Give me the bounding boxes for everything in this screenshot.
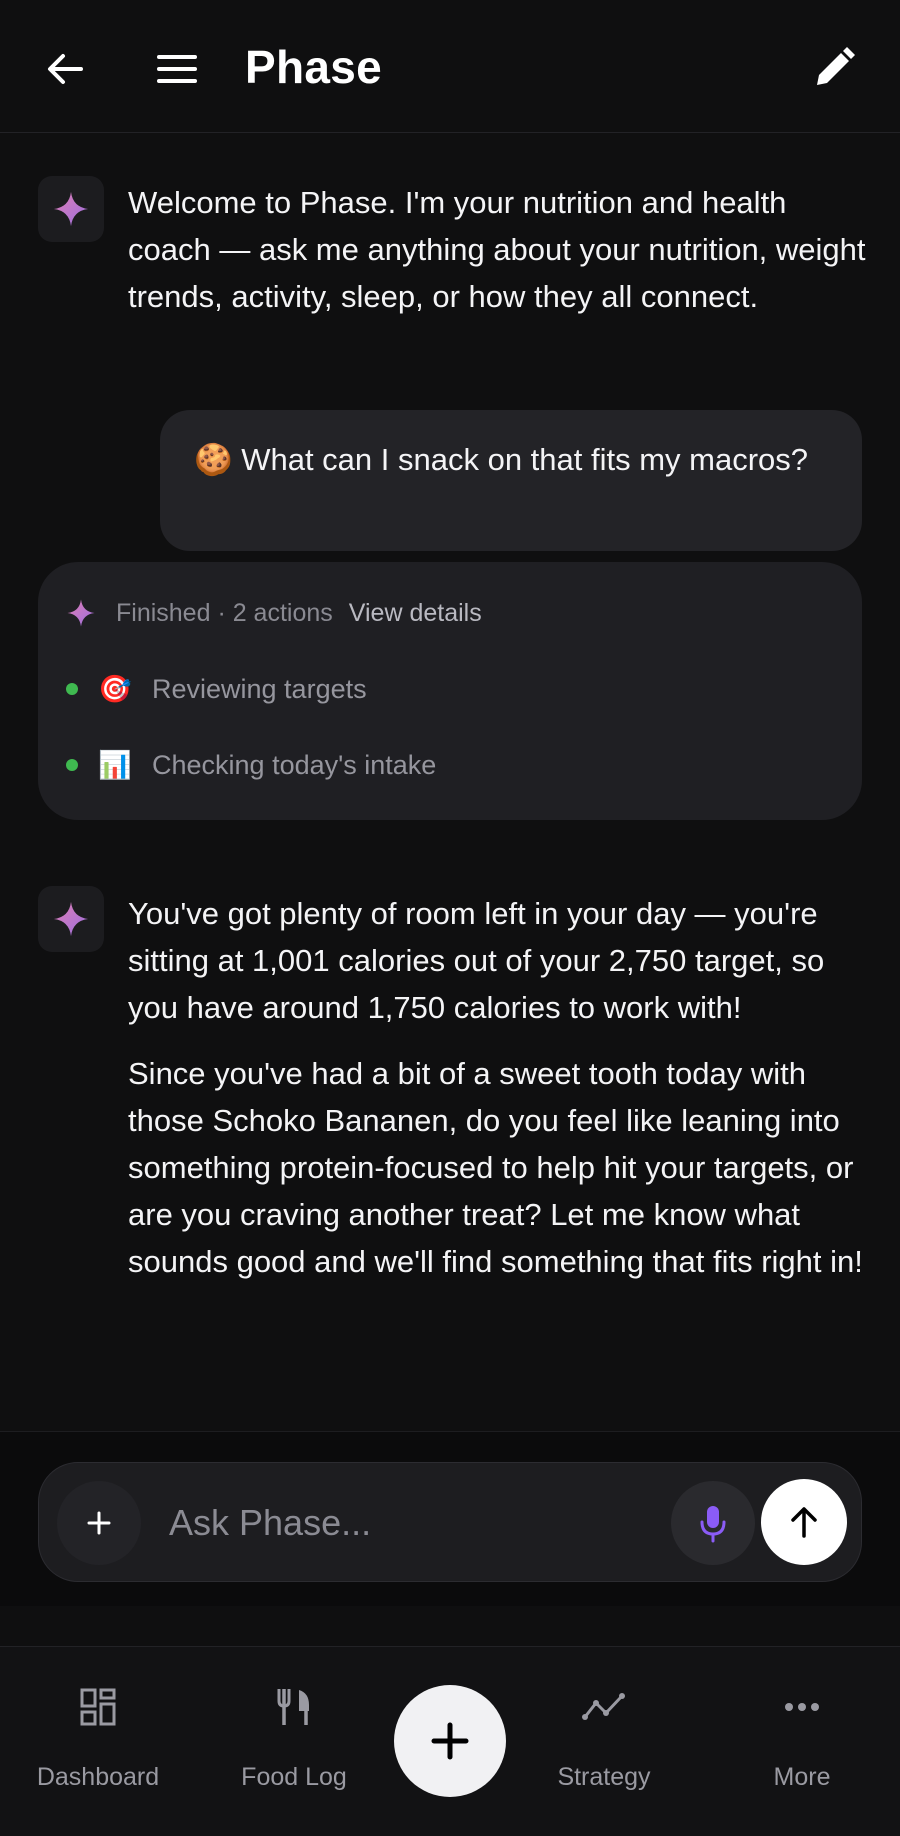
nav-label: Strategy [557, 1763, 651, 1791]
more-icon [785, 1703, 819, 1711]
assistant-avatar [38, 176, 104, 242]
target-icon: 🎯 [98, 674, 132, 704]
nav-item-more[interactable]: More [712, 1647, 892, 1836]
dashboard-icon [80, 1688, 116, 1726]
action-label: Checking today's intake [152, 749, 437, 780]
actions-summary-card: Finished · 2 actions View details 🎯 Revi… [38, 562, 862, 820]
composer-area [0, 1431, 900, 1606]
action-item: 🎯 Reviewing targets [66, 672, 367, 706]
plus-icon [431, 1722, 469, 1760]
message-text: 🍪 What can I snack on that fits my macro… [194, 442, 809, 477]
utensils-icon [277, 1689, 309, 1725]
sparkle-icon [53, 901, 89, 937]
bar-chart-icon: 📊 [98, 750, 132, 780]
message-paragraph: You've got plenty of room left in your d… [128, 896, 825, 1025]
assistant-message-reply: You've got plenty of room left in your d… [128, 890, 868, 1304]
voice-input-button[interactable] [671, 1481, 755, 1565]
top-bar: Phase [0, 0, 900, 133]
assistant-avatar [38, 886, 104, 952]
plus-icon [87, 1511, 111, 1535]
status-dot [66, 683, 78, 695]
page-title: Phase [245, 41, 383, 93]
bottom-nav: Dashboard Food Log Strategy More [0, 1646, 900, 1836]
assistant-message-welcome: Welcome to Phase. I'm your nutrition and… [128, 179, 868, 339]
add-entry-button[interactable] [394, 1685, 506, 1797]
sparkle-icon [67, 599, 95, 627]
send-button[interactable] [761, 1479, 847, 1565]
message-paragraph: Since you've had a bit of a sweet tooth … [128, 1056, 863, 1279]
composer [38, 1462, 862, 1582]
menu-button[interactable] [152, 44, 202, 94]
nav-item-strategy[interactable]: Strategy [514, 1647, 694, 1836]
new-chat-button[interactable] [808, 42, 860, 94]
arrow-up-icon [791, 1507, 817, 1538]
nav-label: More [773, 1763, 831, 1791]
chat-input[interactable] [169, 1493, 589, 1553]
action-item: 📊 Checking today's intake [66, 748, 436, 782]
actions-status: Finished · 2 actions [116, 598, 333, 627]
nav-item-food-log[interactable]: Food Log [204, 1647, 384, 1836]
pencil-icon [817, 47, 855, 85]
nav-label: Dashboard [36, 1763, 160, 1791]
attach-button[interactable] [57, 1481, 141, 1565]
nav-item-dashboard[interactable]: Dashboard [8, 1647, 188, 1836]
hamburger-icon [157, 55, 197, 83]
user-message: 🍪 What can I snack on that fits my macro… [160, 410, 862, 551]
nav-label: Food Log [241, 1763, 347, 1791]
arrow-left-icon [48, 54, 83, 84]
back-button[interactable] [40, 44, 90, 94]
action-label: Reviewing targets [152, 673, 367, 704]
status-dot [66, 759, 78, 771]
message-text: Welcome to Phase. I'm your nutrition and… [128, 185, 866, 314]
sparkle-icon [53, 191, 89, 227]
view-details-link[interactable]: View details [349, 599, 482, 628]
trend-icon [582, 1693, 625, 1720]
microphone-icon [700, 1506, 726, 1543]
